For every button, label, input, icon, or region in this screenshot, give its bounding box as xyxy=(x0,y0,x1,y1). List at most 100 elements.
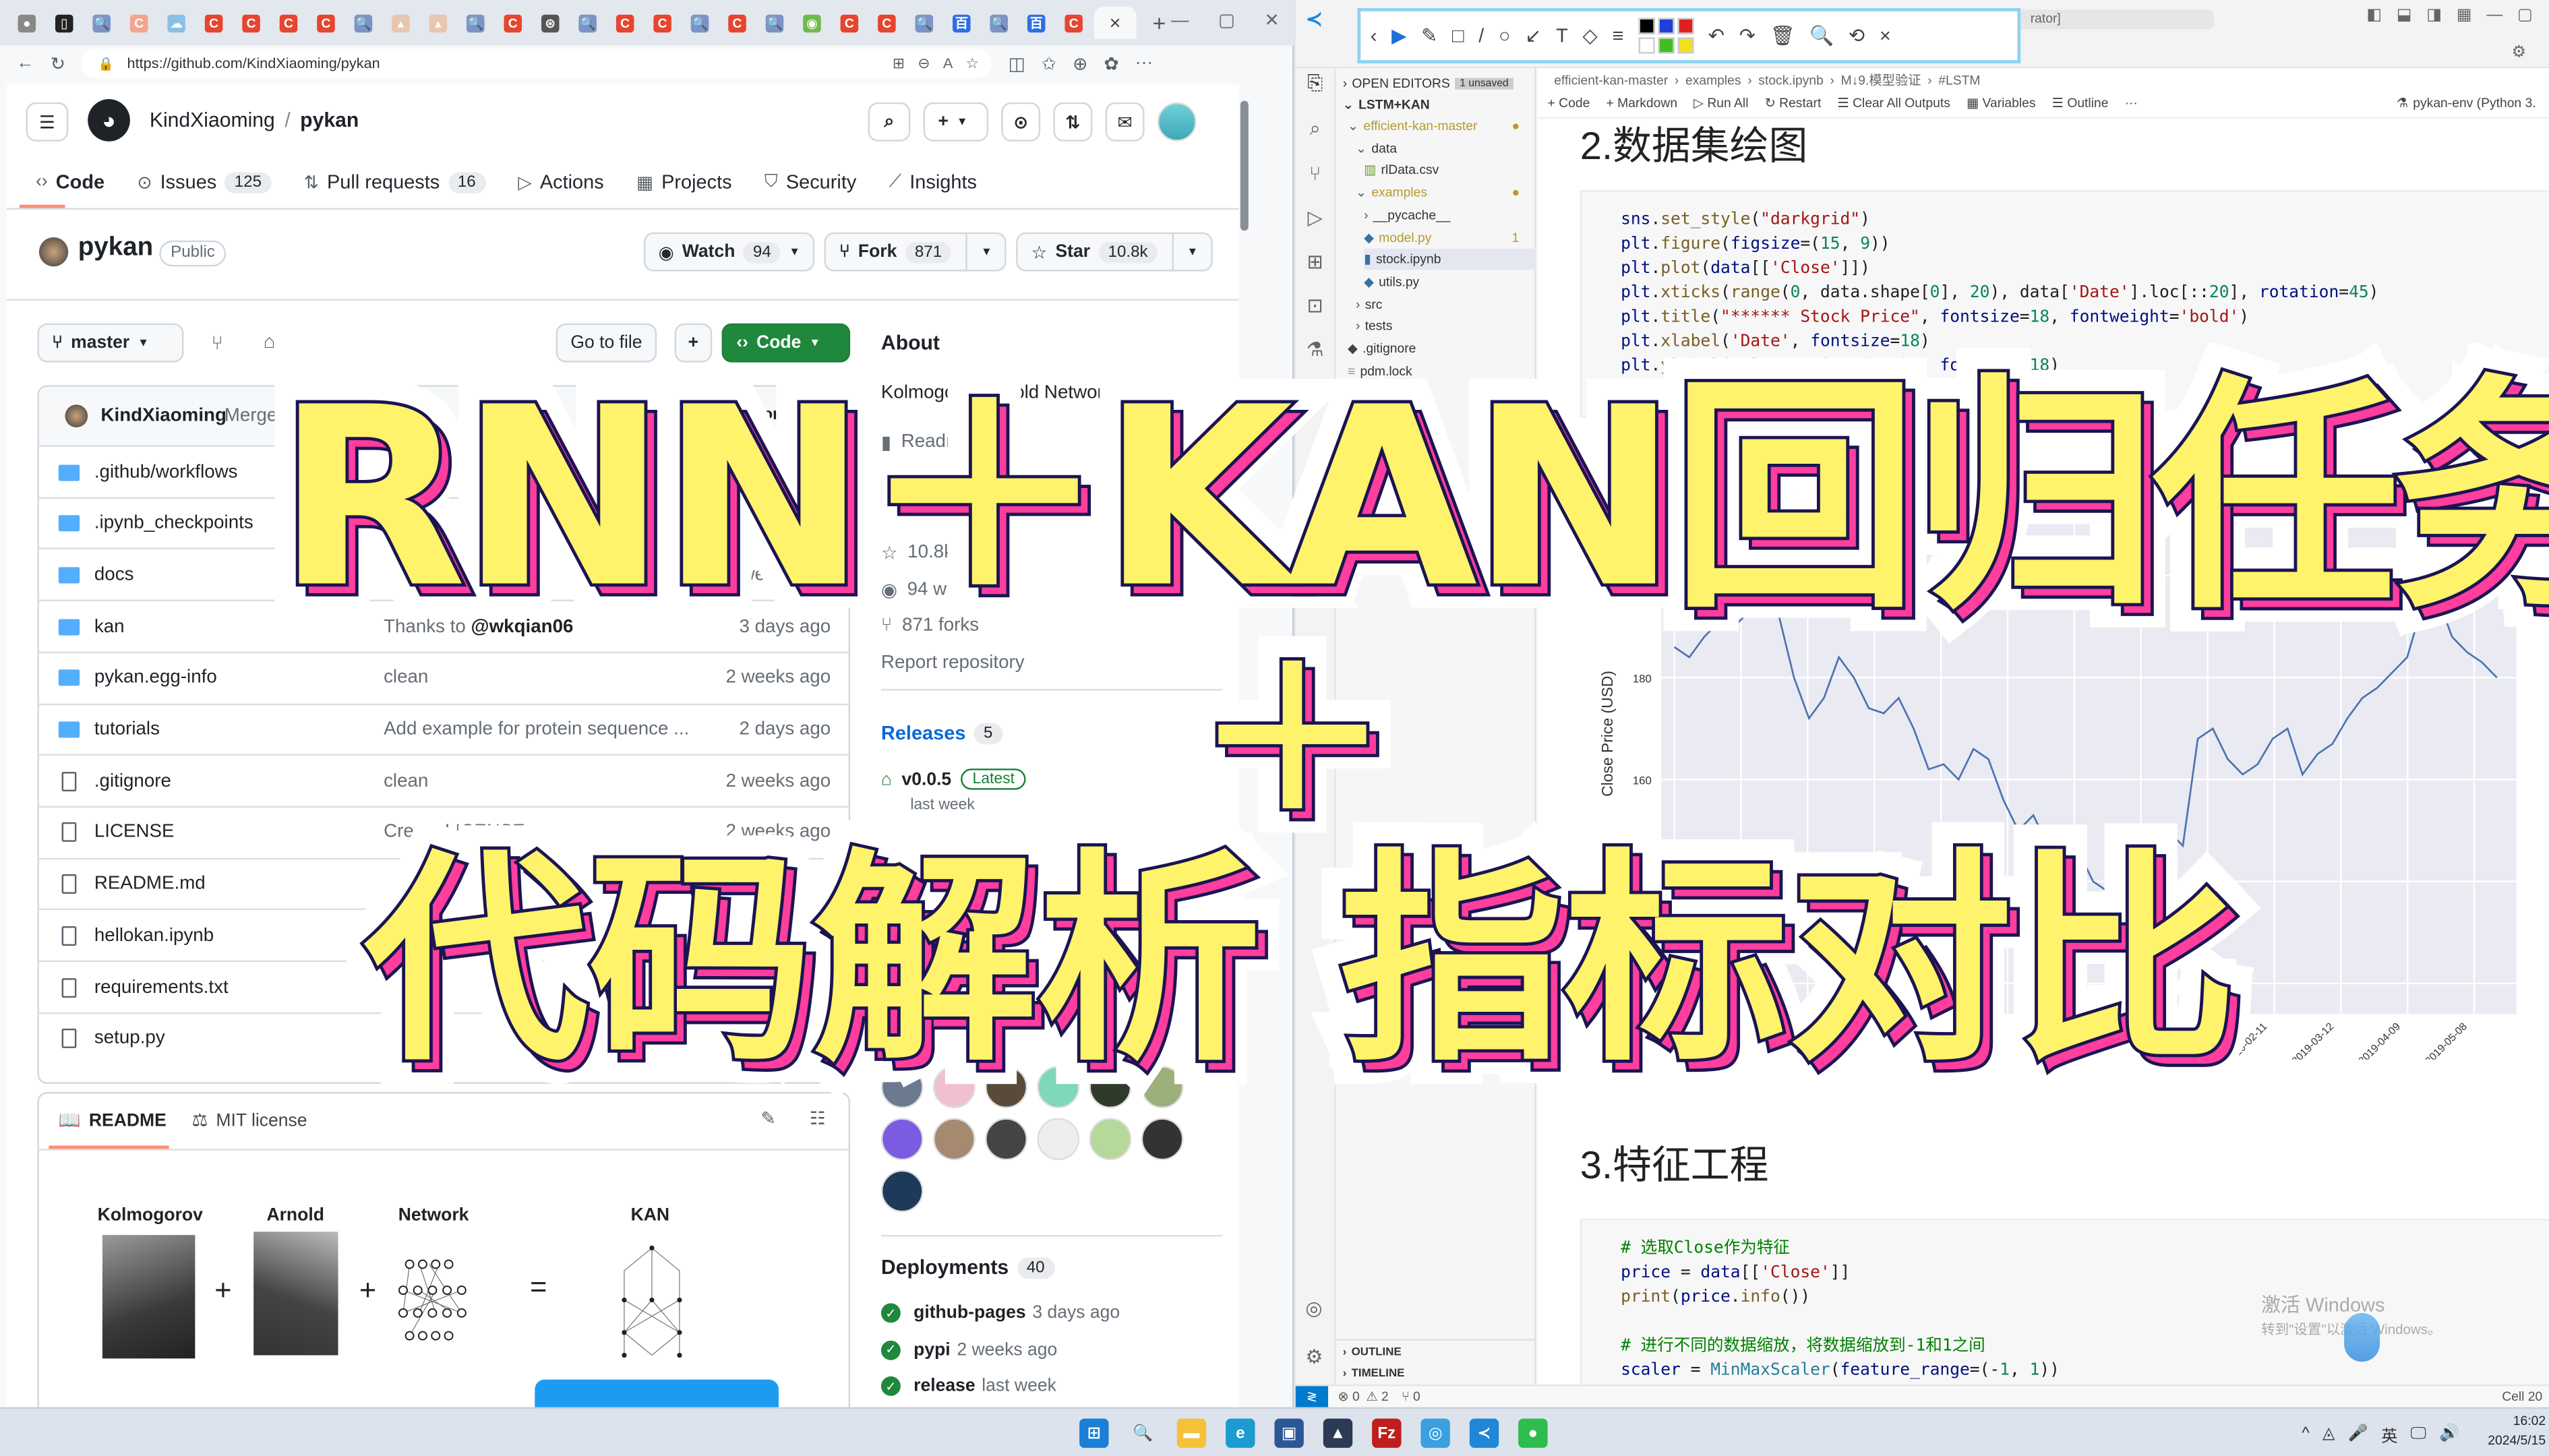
wechat-icon[interactable]: ● xyxy=(1518,1418,1548,1448)
address-bar[interactable]: 🔒 https://github.com/KindXiaoming/pykan … xyxy=(82,49,992,78)
zoom-icon[interactable]: 🔍 xyxy=(1809,24,1834,47)
browser-tab[interactable]: C xyxy=(272,7,306,39)
collapse-toolbar-icon[interactable]: ‹ xyxy=(1371,24,1377,47)
back-icon[interactable]: ← xyxy=(16,54,34,73)
file-name-link[interactable]: setup.py xyxy=(94,1029,165,1048)
refresh-icon[interactable]: ↻ xyxy=(51,53,65,74)
watch-button[interactable]: ◉ Watch 94 ▼ xyxy=(643,232,815,272)
outline-list-icon[interactable]: ☷ xyxy=(810,1108,826,1130)
show-hidden-icons-icon[interactable]: ^ xyxy=(2302,1425,2309,1443)
url-text[interactable]: https://github.com/KindXiaoming/pykan xyxy=(127,55,380,71)
contributor-avatar[interactable] xyxy=(1037,1118,1080,1161)
line-width-icon[interactable]: ≡ xyxy=(1612,24,1623,47)
commit-author-avatar[interactable] xyxy=(65,404,88,428)
close-icon[interactable]: × xyxy=(1880,24,1891,47)
commit-message-link[interactable]: clean xyxy=(384,669,428,688)
line-icon[interactable]: / xyxy=(1478,24,1484,47)
close-tab-icon[interactable]: × xyxy=(1110,11,1121,34)
filezilla-icon[interactable]: Fz xyxy=(1372,1418,1402,1448)
settings-gear-icon[interactable]: ⚙ xyxy=(2512,44,2527,62)
create-new-button[interactable]: + ▼ xyxy=(923,102,989,142)
volume-icon[interactable]: 🔊 xyxy=(2439,1425,2459,1443)
repo-owner-link[interactable]: KindXiaoming xyxy=(150,109,275,132)
notebook-action-outline[interactable]: ☰ Outline xyxy=(2052,96,2109,111)
arrow-icon[interactable]: ↙ xyxy=(1525,24,1541,47)
breadcrumb-item[interactable]: #LSTM xyxy=(1938,73,1980,88)
minimize-icon[interactable]: — xyxy=(2486,7,2502,25)
tags-icon[interactable]: ⌂ xyxy=(264,330,275,353)
file-explorer-icon[interactable]: ▬ xyxy=(1176,1418,1207,1448)
chat-icon[interactable]: ◎ xyxy=(1420,1418,1450,1448)
tab-issues[interactable]: ⊙ Issues 125 xyxy=(137,161,272,204)
notebook-action-markdown[interactable]: + Markdown xyxy=(1606,96,1677,111)
file-name-link[interactable]: tutorials xyxy=(94,720,160,739)
code-cell-features[interactable]: # 选取Close作为特征 price = data[['Close']] prin… xyxy=(1580,1219,2549,1385)
tab-actions[interactable]: ▷ Actions xyxy=(518,161,603,204)
edit-pencil-icon[interactable]: ✎ xyxy=(760,1108,775,1130)
file-name-link[interactable]: LICENSE xyxy=(94,823,175,843)
notebook-action-restart[interactable]: ↻ Restart xyxy=(1765,96,1822,111)
browser-tab[interactable]: 🔍 xyxy=(84,7,119,39)
browser-tab[interactable]: C xyxy=(122,7,156,39)
explorer-item-pycache[interactable]: › __pycache__ xyxy=(1364,204,1450,225)
explorer-item-examples[interactable]: ⌄ examples ● xyxy=(1356,182,1520,203)
browser-tab[interactable]: ⊛ xyxy=(533,7,568,39)
remote-indicator-icon[interactable]: ≷ xyxy=(1295,1386,1329,1407)
browser-tab[interactable]: 百 xyxy=(1019,7,1054,39)
clock-date[interactable]: 2024/5/15 xyxy=(2478,1433,2546,1448)
report-repository-link[interactable]: Report repository xyxy=(881,653,1025,673)
contributor-avatar[interactable] xyxy=(880,1170,924,1213)
errors-count[interactable]: ⊗ 0 xyxy=(1338,1389,1359,1404)
breadcrumb-item[interactable]: stock.ipynb xyxy=(1758,73,1824,88)
source-control-icon[interactable]: ⑂ xyxy=(1309,162,1321,185)
notebook-action-variables[interactable]: ▦ Variables xyxy=(1967,96,2036,111)
new-tab-button[interactable]: + xyxy=(1153,9,1166,36)
readme-tab[interactable]: 📖 README xyxy=(59,1110,167,1131)
windows-start-icon[interactable]: ⊞ xyxy=(1079,1418,1109,1448)
active-browser-tab[interactable]: × xyxy=(1093,6,1137,39)
undo-icon[interactable]: ↶ xyxy=(1708,24,1725,47)
file-name-link[interactable]: .gitignore xyxy=(94,771,171,791)
star-button[interactable]: ☆ Star 10.8k ▼ xyxy=(1016,232,1213,272)
browser-tab[interactable]: C xyxy=(1056,7,1091,39)
file-name-link[interactable]: hellokan.ipynb xyxy=(94,926,214,946)
file-name-link[interactable]: docs xyxy=(94,566,134,585)
color-swatch[interactable] xyxy=(1638,37,1655,54)
sync-icon[interactable]: ◬ xyxy=(2322,1425,2335,1443)
more-icon[interactable]: ··· xyxy=(1135,54,1153,73)
deployment-item[interactable]: ✓ release last week xyxy=(880,1376,1056,1396)
toggle-secondary-sidebar-icon[interactable]: ◨ xyxy=(2426,7,2442,25)
zoom-icon[interactable]: ⊖ xyxy=(918,55,930,73)
browser-tab[interactable]: ◉ xyxy=(795,7,829,39)
notebook-action-clear-all-outputs[interactable]: ☰ Clear All Outputs xyxy=(1837,96,1950,111)
color-swatch[interactable] xyxy=(1658,18,1675,34)
contributor-avatar[interactable] xyxy=(1089,1118,1132,1161)
readme-banner-button[interactable] xyxy=(535,1379,779,1407)
terminal-icon[interactable]: ▲ xyxy=(1323,1418,1353,1448)
browser-tab[interactable]: 🔍 xyxy=(683,7,717,39)
commit-author[interactable]: KindXiaoming xyxy=(101,406,227,426)
fork-dropdown[interactable]: ▼ xyxy=(966,234,1005,270)
contributor-avatar[interactable] xyxy=(880,1118,924,1161)
branch-selector[interactable]: ⑂ master ▼ xyxy=(37,323,184,363)
search-icon[interactable]: 🔍 xyxy=(1128,1418,1158,1448)
timeline-section[interactable]: › TIMELINE xyxy=(1343,1364,1405,1385)
browser-tab[interactable]: C xyxy=(645,7,680,39)
scrollbar-thumb[interactable] xyxy=(1240,100,1249,231)
contributor-avatar[interactable] xyxy=(985,1118,1027,1161)
deployment-name[interactable]: github-pages xyxy=(913,1303,1026,1323)
browser-tab[interactable]: ☁ xyxy=(159,7,193,39)
repo-title[interactable]: pykan xyxy=(78,234,154,263)
input-method-indicator[interactable]: 英 xyxy=(2381,1422,2397,1447)
contributor-avatar[interactable] xyxy=(933,1118,976,1161)
pointer-icon[interactable]: ▶ xyxy=(1391,24,1406,47)
app-available-icon[interactable]: ⊞ xyxy=(893,55,905,73)
browser-tab[interactable]: 🔍 xyxy=(982,7,1016,39)
explorer-item-tests[interactable]: › tests xyxy=(1356,315,1392,336)
browser-tab[interactable]: ▯ xyxy=(47,7,82,39)
notebook-action-code[interactable]: + Code xyxy=(1548,96,1590,111)
user-avatar[interactable] xyxy=(1157,102,1197,142)
search-icon[interactable]: ⌕ xyxy=(1310,117,1321,142)
collections-icon[interactable]: ⊕ xyxy=(1073,53,1087,74)
split-screen-icon[interactable]: ◫ xyxy=(1009,53,1025,74)
